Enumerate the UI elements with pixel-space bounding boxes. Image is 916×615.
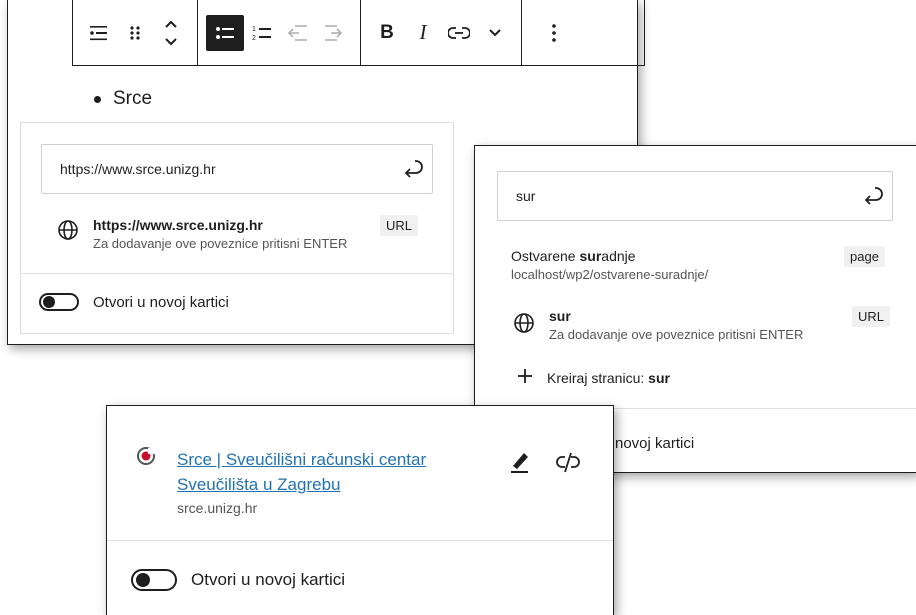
new-tab-label: Otvori u novoj kartici	[191, 570, 345, 589]
enter-icon[interactable]	[852, 185, 892, 207]
more-options-icon[interactable]	[536, 15, 572, 51]
toolbar-group-list: 12	[198, 0, 361, 65]
link-preview-host: srce.unizg.hr	[177, 500, 258, 516]
chevron-down-icon[interactable]	[477, 15, 513, 51]
suggestion-hint: Za dodavanje ove poveznice pritisni ENTE…	[93, 236, 348, 251]
page-badge: page	[844, 246, 885, 267]
create-page-term: sur	[648, 369, 670, 386]
search-input-value: sur	[516, 188, 536, 204]
italic-button[interactable]: I	[405, 15, 441, 51]
new-tab-toggle[interactable]	[39, 293, 79, 311]
search-result-url[interactable]: sur Za dodavanje ove poveznice pritisni …	[513, 308, 803, 342]
edit-pencil-icon[interactable]	[508, 449, 532, 480]
divider	[107, 540, 613, 541]
link-preview-popover: Srce | Sveučilišni računski centar Sveuč…	[106, 405, 614, 615]
divider	[21, 273, 453, 274]
block-toolbar: 12 B I	[72, 0, 645, 66]
result-title: sur	[549, 308, 571, 324]
unlink-icon[interactable]	[555, 452, 581, 479]
toolbar-group-more	[522, 0, 586, 65]
link-icon[interactable]	[441, 15, 477, 51]
ordered-list-icon[interactable]: 12	[244, 15, 280, 51]
result-url: localhost/wp2/ostvarene-suradnje/	[511, 267, 709, 282]
new-tab-label-partial: novoj kartici	[615, 435, 695, 452]
new-tab-toggle-row[interactable]: Otvori u novoj kartici	[131, 569, 345, 591]
drag-handle-icon[interactable]	[117, 15, 153, 51]
url-input-value: https://www.srce.unizg.hr	[60, 161, 216, 177]
suggestion-title: https://www.srce.unizg.hr	[93, 217, 263, 233]
link-popover: https://www.srce.unizg.hr https://www.sr…	[20, 122, 454, 334]
url-input[interactable]: https://www.srce.unizg.hr	[41, 144, 433, 194]
new-tab-toggle[interactable]	[131, 569, 177, 591]
create-page-button[interactable]: Kreiraj stranicu: sur	[517, 368, 670, 387]
url-suggestion[interactable]: https://www.srce.unizg.hr Za dodavanje o…	[57, 217, 347, 251]
bold-button[interactable]: B	[369, 15, 405, 51]
indent-icon[interactable]	[316, 15, 352, 51]
list-type-icon[interactable]	[81, 15, 117, 51]
svg-text:2: 2	[252, 35, 256, 42]
result-hint: Za dodavanje ove poveznice pritisni ENTE…	[549, 327, 804, 342]
link-preview-title[interactable]: Srce | Sveučilišni računski centar Sveuč…	[177, 447, 477, 497]
create-page-label: Kreiraj stranicu:	[547, 369, 649, 386]
search-result-page[interactable]: Ostvarene suradnje localhost/wp2/ostvare…	[511, 248, 708, 282]
enter-icon[interactable]	[392, 158, 432, 180]
url-badge: URL	[380, 215, 419, 236]
new-tab-toggle-row[interactable]: Otvori u novoj kartici	[39, 293, 229, 311]
plus-icon	[517, 368, 533, 387]
svg-text:1: 1	[252, 26, 256, 33]
bullet-icon	[94, 95, 101, 103]
search-input[interactable]: sur	[497, 171, 893, 221]
toolbar-group-block	[73, 0, 198, 65]
move-up-down-icon[interactable]	[153, 15, 189, 51]
site-favicon-icon	[136, 446, 156, 471]
list-item-text: Srce	[113, 88, 153, 109]
toolbar-group-format: B I	[361, 0, 522, 65]
unordered-list-icon[interactable]	[206, 14, 244, 51]
new-tab-label: Otvori u novoj kartici	[93, 293, 229, 311]
globe-icon	[57, 219, 79, 246]
url-badge: URL	[852, 306, 891, 327]
globe-icon	[513, 312, 535, 339]
result-title: Ostvarene suradnje	[511, 248, 636, 264]
outdent-icon[interactable]	[280, 15, 316, 51]
list-item[interactable]: Srce	[94, 88, 152, 110]
